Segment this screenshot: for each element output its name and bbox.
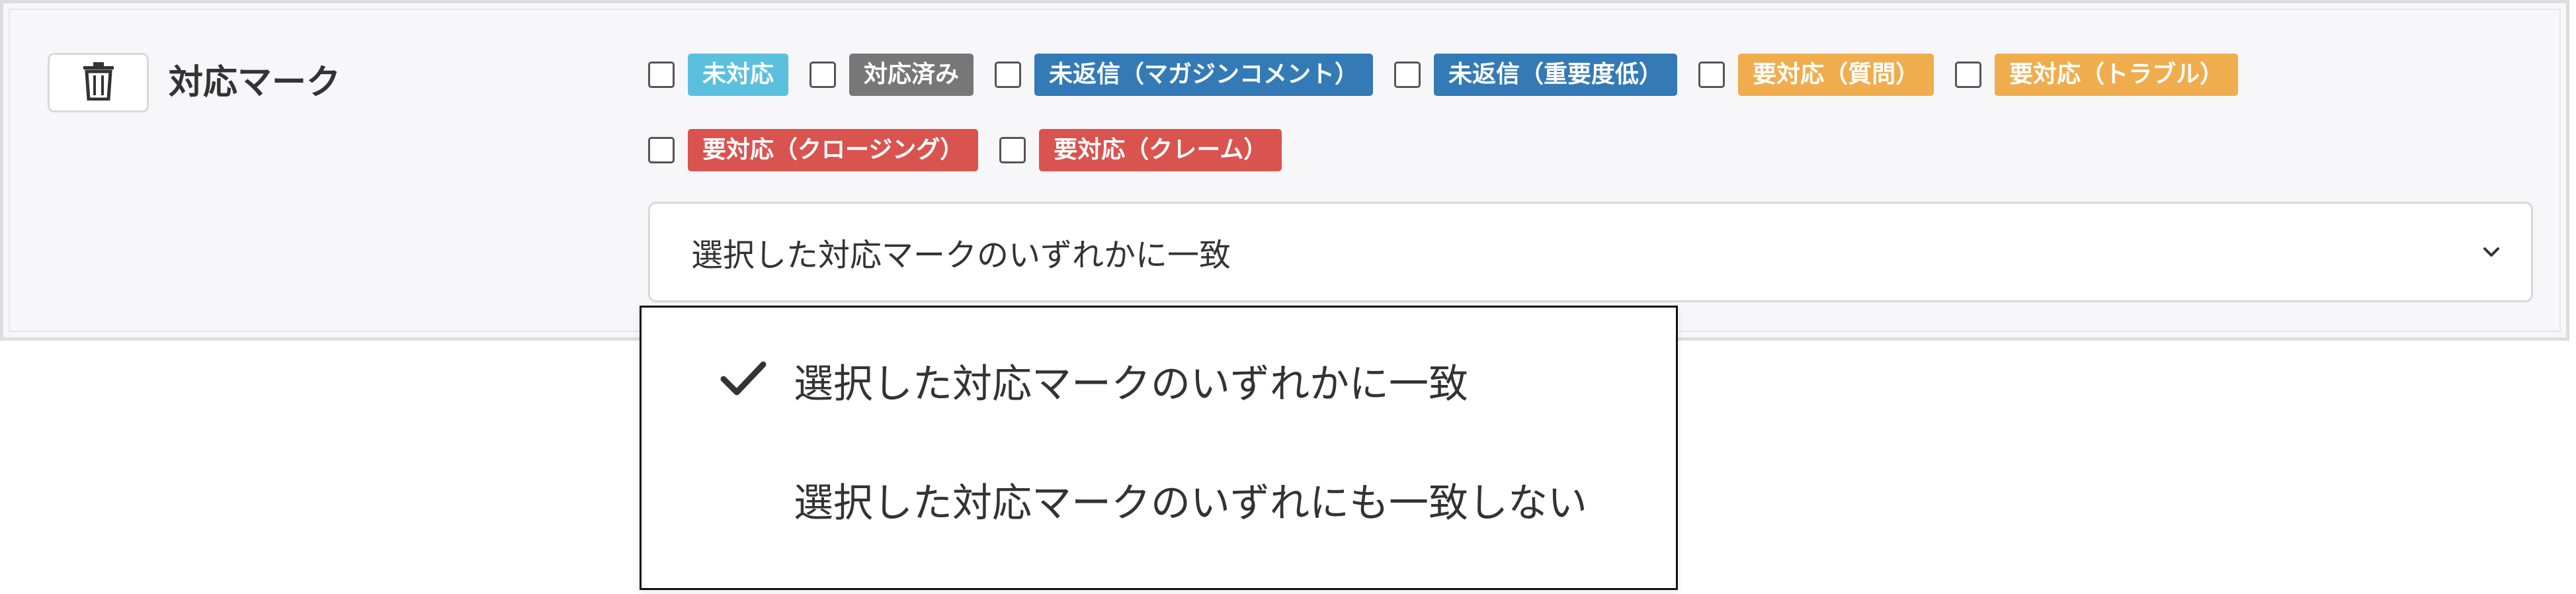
field-label: 対応マーク (169, 63, 341, 103)
mark-option[interactable]: 対応済み (810, 54, 974, 96)
mark-checkbox[interactable] (999, 137, 1026, 163)
match-mode-select[interactable]: 選択した対応マークのいずれかに一致 (648, 202, 2533, 302)
match-option-any[interactable]: 選択した対応マークのいずれかに一致 (642, 341, 1676, 420)
check-icon (720, 361, 767, 400)
mark-option[interactable]: 未返信（マガジンコメント） (995, 54, 1374, 96)
mark-option[interactable]: 要対応（クロージング） (648, 129, 979, 171)
mark-checkbox[interactable] (1394, 62, 1421, 88)
mark-option[interactable]: 要対応（質問） (1698, 54, 1934, 96)
mark-checkbox[interactable] (1698, 62, 1725, 88)
match-option-label: 選択した対応マークのいずれにも一致しない (794, 480, 1587, 527)
mark-checkbox[interactable] (648, 62, 675, 88)
mark-badge: 要対応（質問） (1738, 54, 1934, 96)
mark-badge: 未対応 (688, 54, 789, 96)
mark-option[interactable]: 要対応（トラブル） (1955, 54, 2239, 96)
mark-option[interactable]: 要対応（クレーム） (999, 129, 1282, 171)
match-option-none[interactable]: 選択した対応マークのいずれにも一致しない (642, 460, 1676, 539)
mark-badge: 要対応（クロージング） (688, 129, 979, 171)
mark-badge: 要対応（クレーム） (1039, 129, 1282, 171)
mark-badge: 未返信（重要度低） (1434, 54, 1678, 96)
mark-checkbox[interactable] (810, 62, 837, 88)
filter-panel: 対応マーク 未対応 対応済み 未返信（マガジンコメント） 未返信（重要度低） 要対応（質… (0, 0, 2569, 341)
mark-option[interactable]: 未返信（重要度低） (1394, 54, 1678, 96)
mark-badge: 要対応（トラブル） (1995, 54, 2239, 96)
delete-filter-button[interactable] (48, 53, 149, 112)
mark-option[interactable]: 未対応 (648, 54, 789, 96)
mark-checkbox[interactable] (995, 62, 1022, 88)
mark-row-1: 未対応 対応済み 未返信（マガジンコメント） 未返信（重要度低） 要対応（質問） 要対応（… (648, 53, 2553, 97)
chevron-down-icon (2478, 239, 2505, 265)
mark-options: 未対応 対応済み 未返信（マガジンコメント） 未返信（重要度低） 要対応（質問） 要対応（… (648, 53, 2553, 204)
match-mode-value: 選択した対応マークのいずれかに一致 (691, 237, 1231, 274)
match-option-label: 選択した対応マークのいずれかに一致 (794, 361, 1468, 407)
match-mode-dropdown: 選択した対応マークのいずれかに一致 選択した対応マークのいずれにも一致しない (640, 306, 1678, 590)
mark-row-2: 要対応（クロージング） 要対応（クレーム） (648, 128, 2553, 172)
mark-checkbox[interactable] (1955, 62, 1982, 88)
mark-badge: 未返信（マガジンコメント） (1034, 54, 1374, 96)
trash-icon (82, 62, 115, 103)
mark-checkbox[interactable] (648, 137, 675, 163)
mark-badge: 対応済み (849, 54, 974, 96)
